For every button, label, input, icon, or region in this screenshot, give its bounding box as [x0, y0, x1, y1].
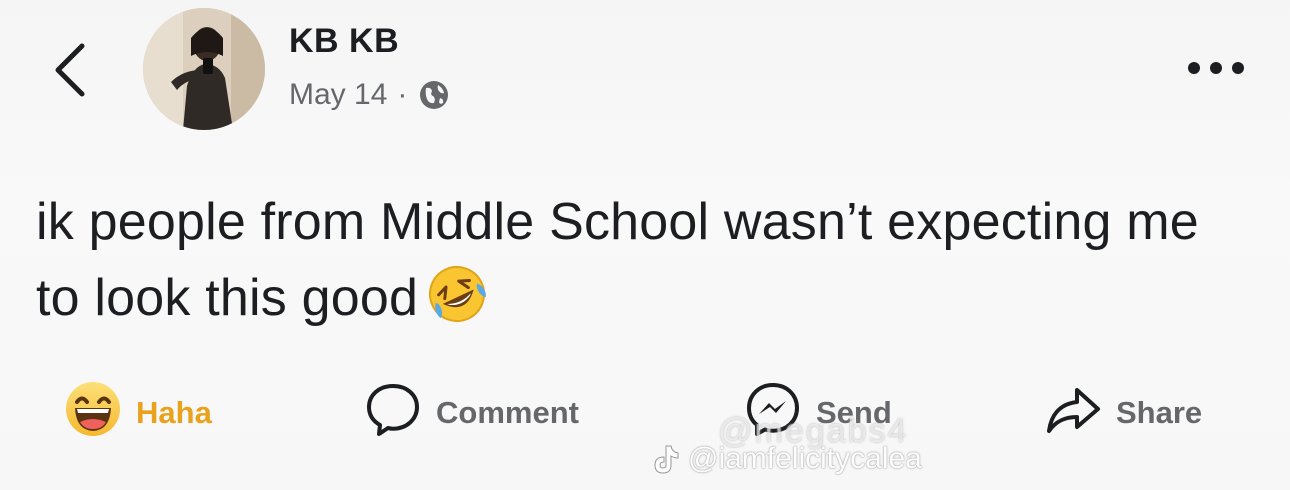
haha-emoji-icon: [64, 380, 122, 446]
avatar[interactable]: [143, 8, 265, 130]
post-text: ik people from Middle School wasn’t expe…: [36, 193, 1199, 327]
comment-label: Comment: [436, 395, 579, 430]
post-date[interactable]: May 14: [289, 78, 387, 112]
globe-icon: [417, 78, 451, 112]
post-body: ik people from Middle School wasn’t expe…: [36, 184, 1236, 336]
author-name[interactable]: KB KB: [289, 22, 399, 61]
post-actions-bar: Haha Comment Send Share: [0, 376, 1290, 450]
send-label: Send: [816, 395, 892, 430]
more-dots-icon: [1188, 62, 1244, 74]
post-meta: May 14 ·: [289, 78, 451, 112]
chevron-left-icon: [55, 43, 85, 97]
share-arrow-icon: [1044, 380, 1102, 446]
avatar-photo: [143, 8, 265, 130]
facebook-post: KB KB May 14 · ik people from Middle Sch…: [0, 0, 1290, 490]
comment-button[interactable]: Comment: [364, 376, 579, 450]
meta-separator: ·: [397, 78, 408, 111]
share-button[interactable]: Share: [1044, 376, 1202, 450]
more-options-button[interactable]: [1184, 56, 1248, 80]
send-button[interactable]: Send: [744, 376, 892, 450]
rofl-emoji-icon: [426, 263, 488, 325]
reaction-button[interactable]: Haha: [64, 376, 212, 450]
share-label: Share: [1116, 395, 1203, 430]
messenger-icon: [744, 380, 802, 446]
comment-icon: [364, 380, 422, 446]
back-button[interactable]: [48, 38, 92, 102]
reaction-label: Haha: [136, 395, 212, 430]
